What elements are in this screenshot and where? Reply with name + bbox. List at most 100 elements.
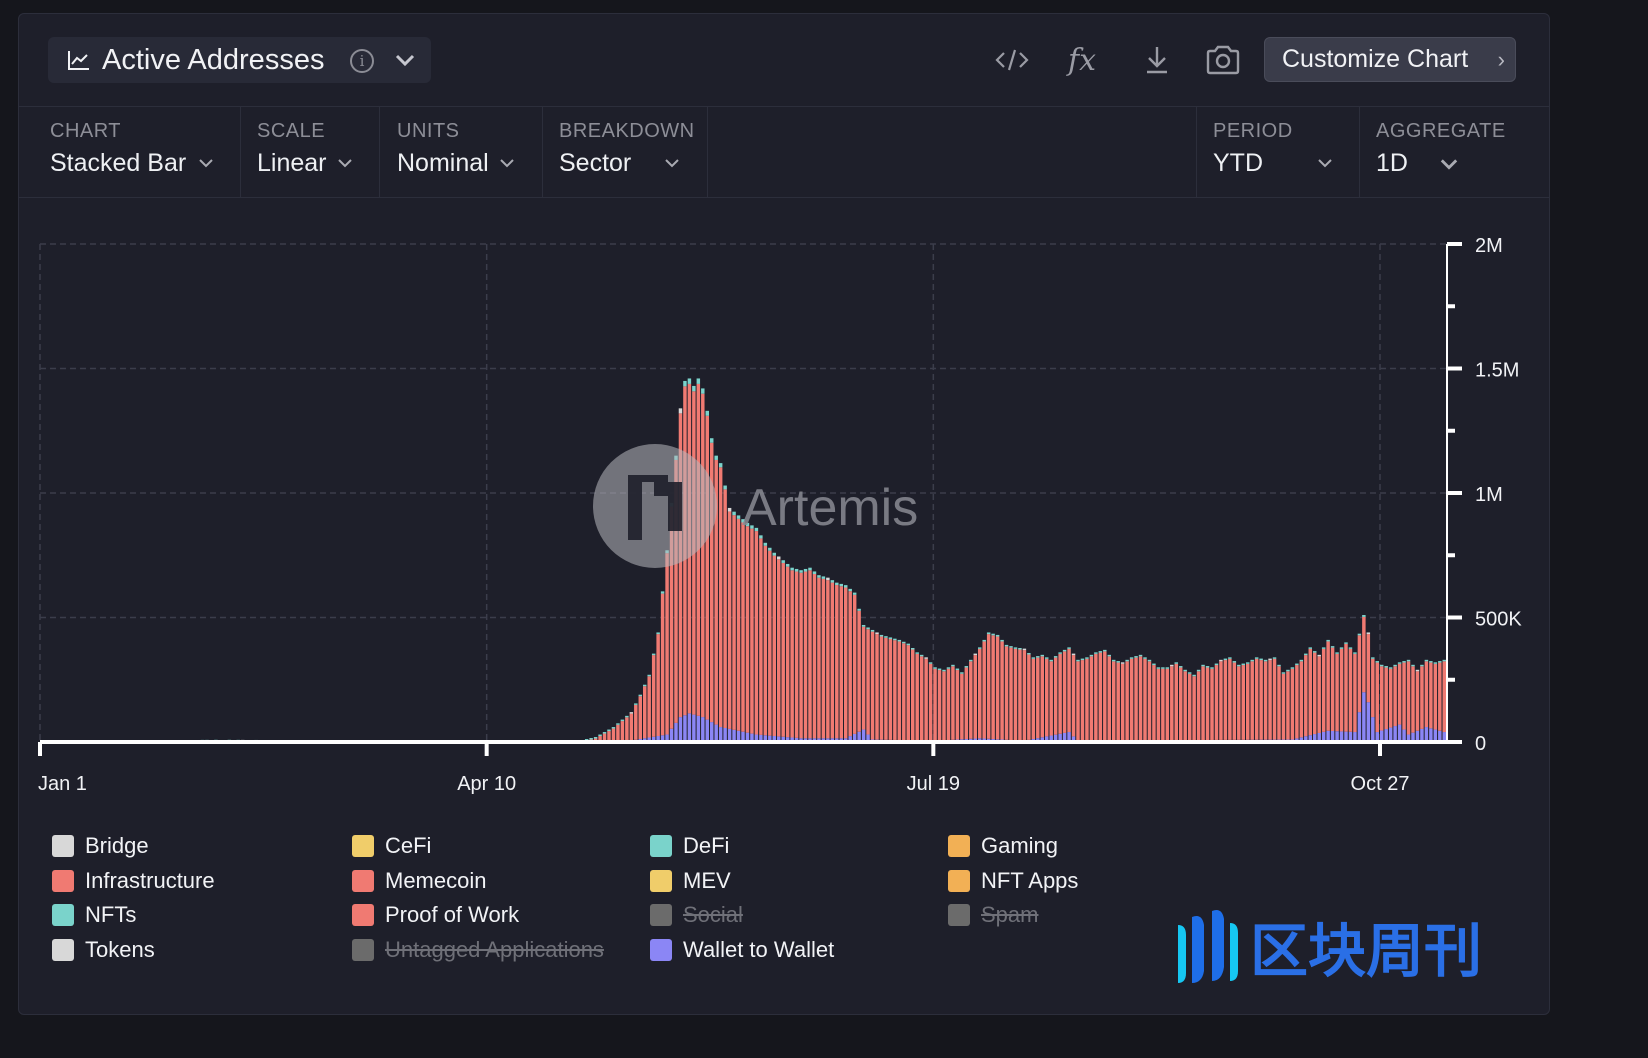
bar-segment-memecoin[interactable]	[727, 511, 732, 729]
bar-segment-memecoin[interactable]	[1089, 656, 1094, 741]
bar-segment-wallet-to-wallet[interactable]	[718, 727, 723, 742]
bar-segment-memecoin[interactable]	[772, 555, 776, 737]
bar-segment-memecoin[interactable]	[915, 653, 919, 741]
bar-segment-defi[interactable]	[1411, 664, 1415, 667]
bar-segment-memecoin[interactable]	[1362, 616, 1366, 693]
bar-segment-defi[interactable]	[1187, 672, 1192, 674]
bar-segment-defi[interactable]	[1147, 659, 1152, 662]
bar-segment-memecoin[interactable]	[1205, 667, 1210, 741]
bar-segment-memecoin[interactable]	[1214, 665, 1219, 740]
bar-segment-wallet-to-wallet[interactable]	[1357, 712, 1362, 742]
bar-segment-memecoin[interactable]	[1098, 652, 1103, 741]
bar-segment-memecoin[interactable]	[1022, 650, 1027, 741]
bar-segment-defi[interactable]	[960, 672, 964, 674]
bar-segment-defi[interactable]	[1295, 663, 1299, 666]
bar-segment-memecoin[interactable]	[1004, 646, 1009, 740]
bar-segment-memecoin[interactable]	[1384, 667, 1388, 730]
bar-segment-memecoin[interactable]	[973, 655, 977, 739]
bar-segment-defi[interactable]	[799, 570, 803, 573]
bar-segment-memecoin[interactable]	[1165, 668, 1170, 741]
bar-segment-defi[interactable]	[625, 715, 629, 718]
bar-segment-memecoin[interactable]	[955, 670, 960, 740]
bar-segment-tokens[interactable]	[678, 408, 683, 414]
bar-segment-memecoin[interactable]	[1000, 641, 1004, 740]
bar-segment-memecoin[interactable]	[1433, 663, 1438, 730]
bar-segment-memecoin[interactable]	[1442, 661, 1446, 733]
bar-segment-defi[interactable]	[1362, 615, 1366, 617]
legend-item-cefi[interactable]: CeFi	[352, 831, 431, 861]
bar-segment-defi[interactable]	[893, 638, 897, 641]
bar-segment-memecoin[interactable]	[857, 610, 861, 732]
bar-segment-memecoin[interactable]	[821, 578, 826, 739]
bar-segment-defi[interactable]	[1179, 666, 1183, 668]
bar-segment-memecoin[interactable]	[888, 638, 893, 740]
bar-segment-memecoin[interactable]	[759, 538, 763, 735]
bar-segment-memecoin[interactable]	[1210, 668, 1214, 740]
bar-segment-memecoin[interactable]	[960, 673, 964, 740]
bar-segment-defi[interactable]	[1357, 633, 1362, 636]
bar-segment-defi[interactable]	[602, 732, 607, 734]
bar-segment-defi[interactable]	[933, 667, 937, 669]
bar-segment-defi[interactable]	[718, 463, 723, 468]
bar-segment-defi[interactable]	[946, 667, 951, 669]
bar-segment-defi[interactable]	[1402, 661, 1406, 663]
bar-segment-defi[interactable]	[919, 654, 924, 657]
bar-segment-memecoin[interactable]	[781, 562, 785, 737]
bar-segment-defi[interactable]	[692, 385, 696, 392]
bar-segment-tokens[interactable]	[1022, 648, 1027, 651]
bar-segment-wallet-to-wallet[interactable]	[678, 717, 683, 742]
bar-segment-memecoin[interactable]	[1353, 653, 1357, 733]
bar-segment-memecoin[interactable]	[1049, 661, 1053, 736]
bar-segment-tokens[interactable]	[1415, 669, 1420, 672]
bar-segment-memecoin[interactable]	[1393, 666, 1397, 727]
legend-item-wallet-to-wallet[interactable]: Wallet to Wallet	[650, 935, 834, 965]
bar-segment-wallet-to-wallet[interactable]	[710, 722, 714, 742]
bar-segment-memecoin[interactable]	[1219, 661, 1223, 740]
bar-segment-memecoin[interactable]	[1036, 657, 1040, 739]
bar-segment-defi[interactable]	[1040, 654, 1044, 657]
bar-segment-memecoin[interactable]	[799, 572, 803, 739]
bar-segment-memecoin[interactable]	[616, 724, 620, 742]
bar-segment-defi[interactable]	[660, 591, 665, 594]
bar-segment-memecoin[interactable]	[745, 526, 750, 733]
bar-segment-memecoin[interactable]	[933, 668, 937, 741]
legend-item-infrastructure[interactable]: Infrastructure	[52, 866, 215, 896]
bar-segment-memecoin[interactable]	[763, 545, 768, 736]
bar-segment-wallet-to-wallet[interactable]	[1393, 726, 1397, 742]
bar-segment-defi[interactable]	[616, 723, 620, 725]
legend-item-proof-of-work[interactable]: Proof of Work	[352, 900, 519, 930]
bar-segment-memecoin[interactable]	[1241, 665, 1245, 740]
bar-segment-defi[interactable]	[1125, 659, 1129, 662]
bar-segment-wallet-to-wallet[interactable]	[692, 714, 696, 742]
bar-segment-defi[interactable]	[1397, 662, 1402, 664]
bar-segment-memecoin[interactable]	[790, 570, 794, 738]
bar-segment-defi[interactable]	[848, 588, 852, 592]
bar-segment-defi[interactable]	[982, 639, 986, 642]
bar-segment-tokens[interactable]	[1268, 658, 1272, 661]
bar-segment-memecoin[interactable]	[1429, 662, 1433, 729]
bar-segment-tokens[interactable]	[1317, 654, 1321, 657]
bar-segment-defi[interactable]	[611, 727, 616, 729]
bar-segment-defi[interactable]	[1085, 657, 1089, 659]
bar-segment-defi[interactable]	[1299, 659, 1304, 662]
bar-segment-memecoin[interactable]	[638, 696, 642, 740]
bar-segment-defi[interactable]	[768, 547, 772, 551]
bar-segment-memecoin[interactable]	[1313, 652, 1317, 735]
bar-segment-wallet-to-wallet[interactable]	[687, 713, 692, 742]
bar-segment-memecoin[interactable]	[741, 522, 745, 732]
bar-segment-memecoin[interactable]	[1371, 658, 1375, 718]
bar-segment-defi[interactable]	[1393, 664, 1397, 667]
bar-segment-defi[interactable]	[593, 737, 598, 739]
bar-segment-defi[interactable]	[1094, 652, 1098, 654]
bar-segment-defi[interactable]	[1152, 663, 1156, 666]
bar-segment-tokens[interactable]	[1120, 662, 1125, 664]
bar-segment-defi[interactable]	[812, 571, 817, 574]
bar-segment-defi[interactable]	[830, 580, 835, 583]
bar-segment-defi[interactable]	[656, 632, 660, 635]
bar-segment-defi[interactable]	[687, 378, 692, 384]
bar-segment-defi[interactable]	[1380, 664, 1384, 667]
bar-segment-memecoin[interactable]	[777, 559, 781, 737]
bar-segment-defi[interactable]	[1259, 658, 1263, 661]
bar-segment-wallet-to-wallet[interactable]	[1371, 717, 1375, 742]
bar-segment-defi[interactable]	[1058, 652, 1062, 654]
